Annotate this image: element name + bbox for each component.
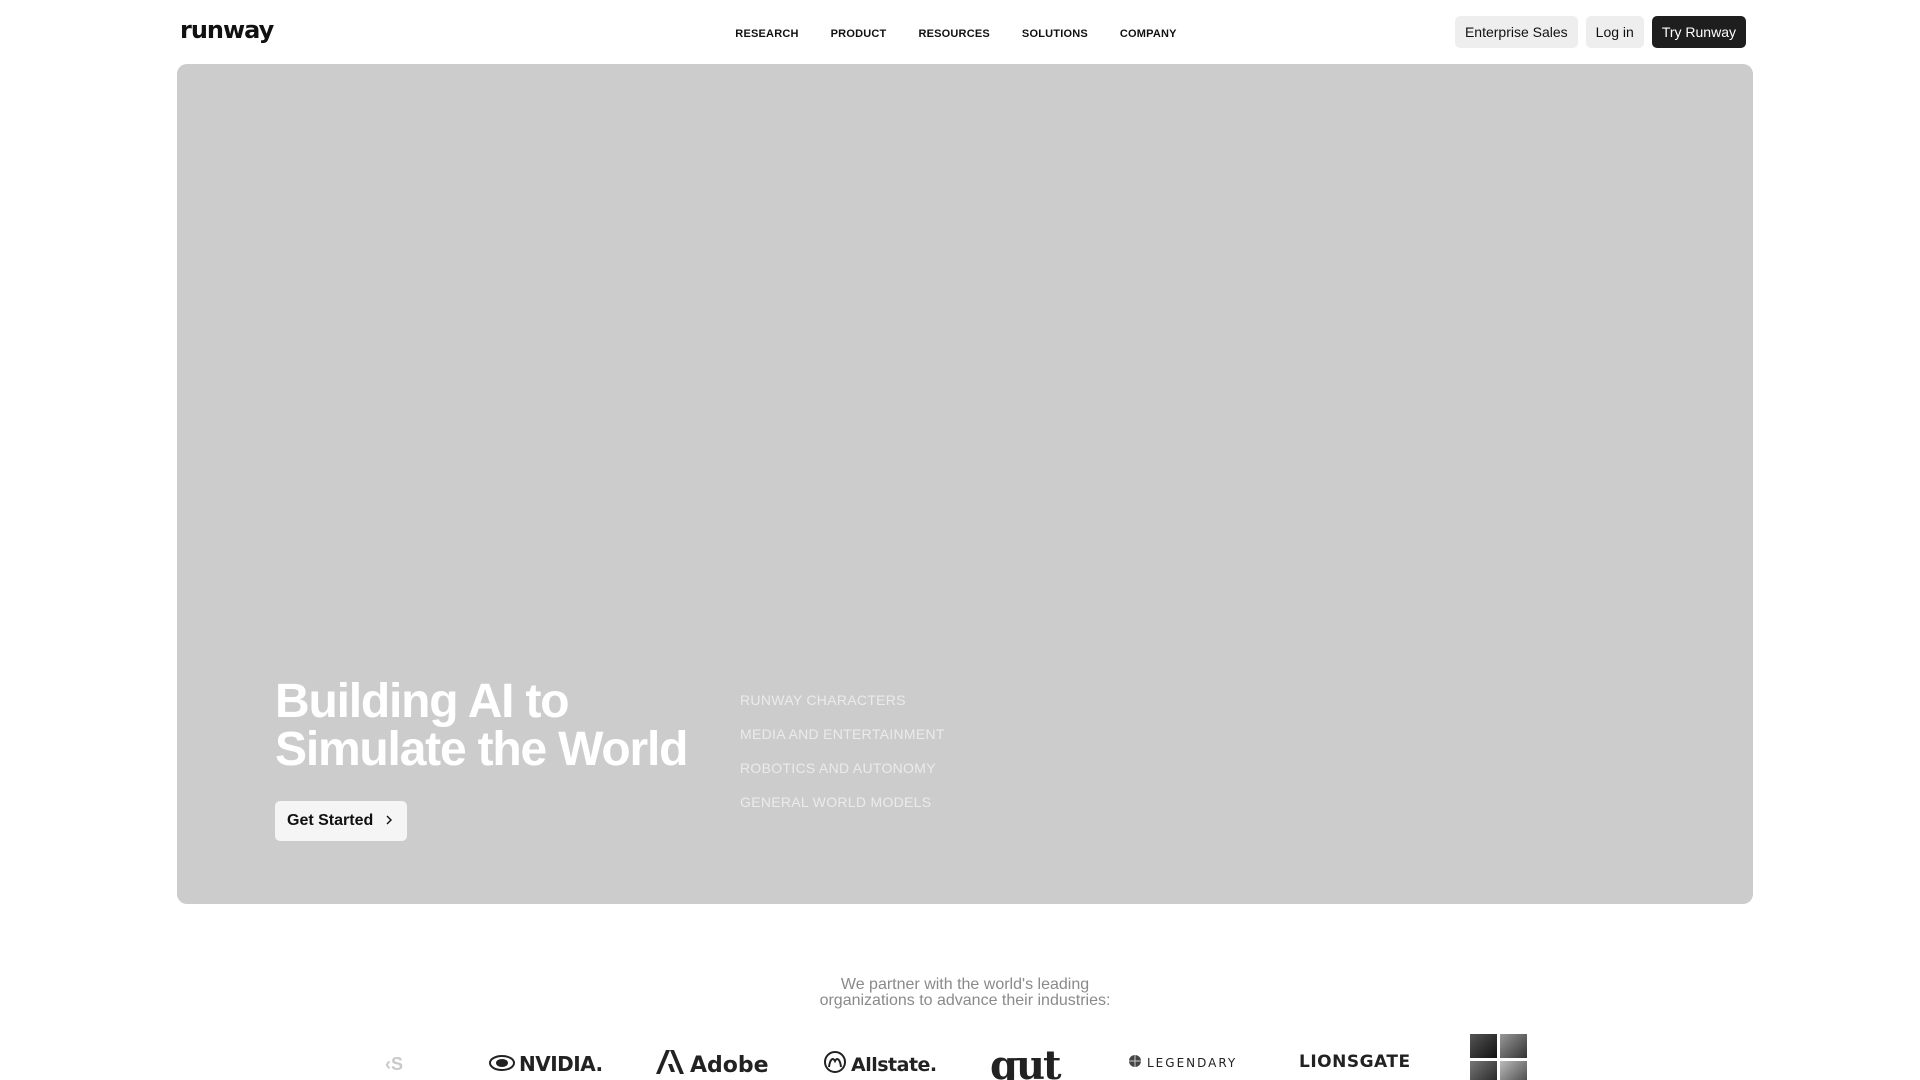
partner-logo-squares-icon bbox=[1470, 1034, 1528, 1080]
hero-list-item-runway-characters[interactable]: RUNWAY CHARACTERS bbox=[740, 692, 945, 708]
hero-category-list: RUNWAY CHARACTERS MEDIA AND ENTERTAINMEN… bbox=[740, 692, 945, 810]
partner-logo-faded: ‹S bbox=[385, 1054, 403, 1074]
nav-resources[interactable]: RESOURCES bbox=[918, 24, 989, 44]
partner-logo-legendary: LEGENDARY bbox=[1128, 1054, 1237, 1071]
hero-section: Building AI to Simulate the World Get St… bbox=[177, 64, 1753, 904]
chevron-right-icon bbox=[385, 813, 393, 829]
hero-title-line-1: Building AI to bbox=[275, 675, 570, 728]
nav-company[interactable]: COMPANY bbox=[1120, 24, 1177, 44]
partner-logo-lionsgate: LIONSGATE bbox=[1299, 1052, 1411, 1072]
runway-logo[interactable]: runway bbox=[180, 16, 274, 44]
site-header: runway RESEARCH PRODUCT RESOURCES SOLUTI… bbox=[0, 0, 1920, 64]
enterprise-sales-button[interactable]: Enterprise Sales bbox=[1454, 16, 1578, 48]
login-button[interactable]: Log in bbox=[1585, 16, 1644, 48]
partner-logo-adobe: Adobe bbox=[656, 1050, 769, 1080]
partner-logo-gut: gut bbox=[990, 1042, 1062, 1080]
header-actions: Enterprise Sales Log in Try Runway bbox=[1454, 16, 1746, 48]
nav-product[interactable]: PRODUCT bbox=[831, 24, 887, 44]
partners-caption-line-1: We partner with the world's leading bbox=[840, 976, 1090, 993]
partner-logo-nvidia: NVIDIA. bbox=[489, 1052, 603, 1076]
partners-caption: We partner with the world's leading orga… bbox=[0, 977, 1920, 1009]
hero-title-line-2: Simulate the World bbox=[275, 723, 688, 776]
adobe-wordmark: Adobe bbox=[690, 1052, 769, 1078]
nav-solutions[interactable]: SOLUTIONS bbox=[1022, 24, 1088, 44]
get-started-button[interactable]: Get Started bbox=[275, 801, 408, 841]
partners-caption-line-2: organizations to advance their industrie… bbox=[819, 992, 1111, 1009]
partner-logo-allstate: Allstate. bbox=[823, 1051, 937, 1078]
hero-list-item-general-world-models[interactable]: GENERAL WORLD MODELS bbox=[740, 794, 945, 810]
legendary-wordmark: LEGENDARY bbox=[1147, 1055, 1238, 1070]
partner-logo-strip: ‹S NVIDIA. Adobe Allstate. gut LEGENDARY… bbox=[0, 1030, 1920, 1080]
legendary-globe-icon bbox=[1128, 1054, 1142, 1071]
nvidia-eye-icon bbox=[489, 1052, 515, 1076]
hero-list-item-media-entertainment[interactable]: MEDIA AND ENTERTAINMENT bbox=[740, 726, 945, 742]
allstate-wordmark: Allstate. bbox=[851, 1053, 937, 1076]
nav-research[interactable]: RESEARCH bbox=[735, 24, 798, 44]
allstate-hands-icon bbox=[823, 1051, 847, 1078]
hero-title: Building AI to Simulate the World bbox=[275, 678, 755, 774]
try-runway-button[interactable]: Try Runway bbox=[1651, 16, 1746, 48]
get-started-label: Get Started bbox=[287, 812, 374, 829]
hero-list-item-robotics-autonomy[interactable]: ROBOTICS AND AUTONOMY bbox=[740, 760, 945, 776]
nvidia-wordmark: NVIDIA. bbox=[519, 1052, 603, 1076]
adobe-a-icon bbox=[656, 1050, 684, 1080]
